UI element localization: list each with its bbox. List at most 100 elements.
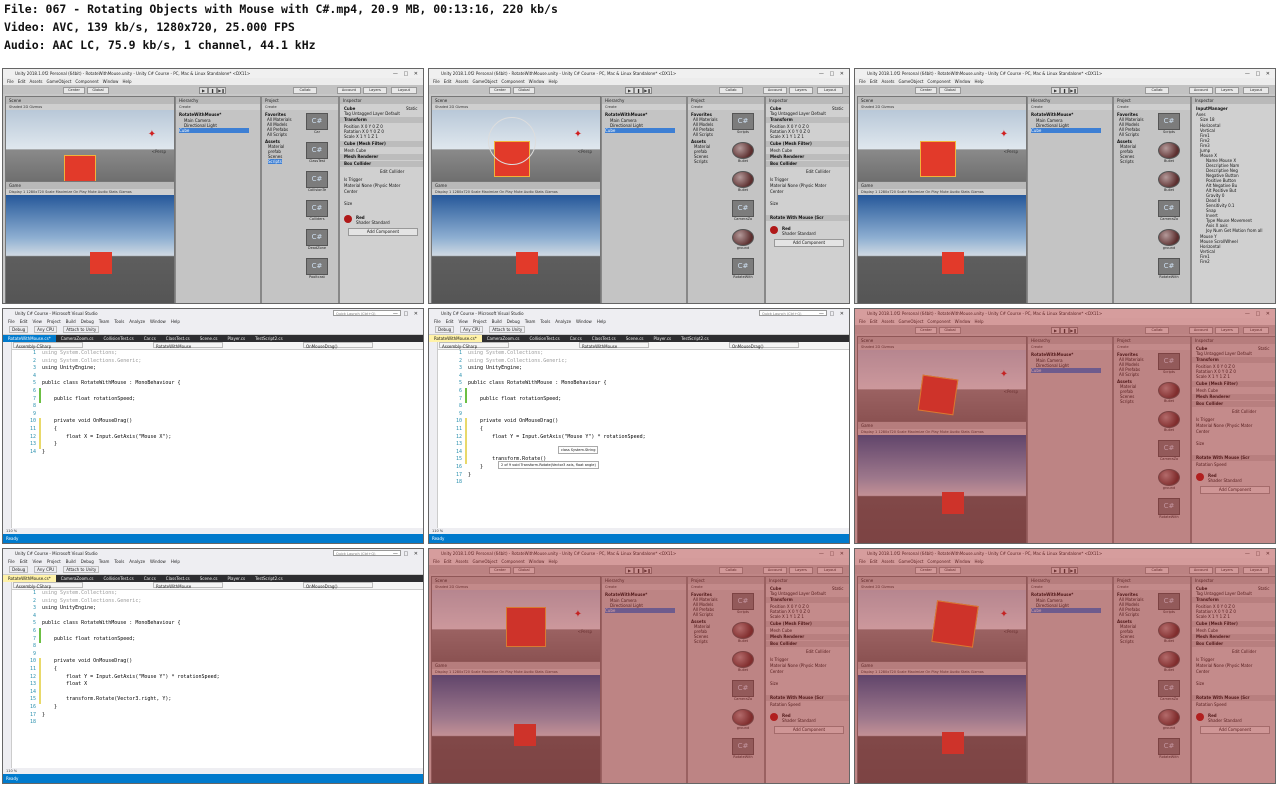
scene-orientation-gizmo[interactable]: ✦ — [992, 123, 1016, 147]
unity-menu-item[interactable]: Edit — [18, 79, 26, 84]
center-field[interactable]: Center — [770, 189, 783, 194]
project-tab[interactable]: Project — [1114, 577, 1190, 584]
global-local-toggle[interactable]: Global — [513, 567, 535, 574]
scene-view[interactable]: Scene Shaded 2D Gizmos ✦ <Persp — [857, 336, 1027, 422]
tag-layer-row[interactable]: Tag Untagged Layer Default — [344, 111, 400, 116]
scene-view[interactable]: Scene Shaded 2D Gizmos ✦ <Persp — [431, 96, 601, 182]
box-collider-header[interactable]: Box Collider — [1192, 641, 1275, 647]
scene-cube[interactable] — [64, 155, 96, 181]
layers-dropdown[interactable]: Layers — [363, 87, 387, 94]
asset-thumbnail[interactable]: C# — [1158, 258, 1180, 275]
is-trigger-field[interactable]: Is Trigger — [770, 657, 788, 662]
code-editor[interactable]: 1 using System.Collections; 2 using System.… — [12, 590, 423, 772]
pause-button[interactable]: ❚ — [208, 87, 217, 94]
asset-thumbnail[interactable] — [1158, 622, 1180, 639]
static-checkbox[interactable]: Static — [832, 586, 843, 591]
code-line[interactable]: public class RotateWithMouse : MonoBehav… — [42, 380, 180, 386]
project-create-button[interactable]: Create — [1114, 584, 1190, 590]
asset-folder[interactable]: Scripts — [268, 159, 282, 164]
mesh-filter-header[interactable]: Cube (Mesh Filter) — [766, 621, 849, 627]
unity-menu-item[interactable]: GameObject — [898, 79, 923, 84]
document-tab[interactable]: Car.cs — [139, 575, 161, 582]
unity-menu-item[interactable]: Assets — [881, 319, 894, 324]
code-line[interactable]: public class RotateWithMouse : MonoBehav… — [42, 620, 180, 626]
vs-toolbar-item[interactable]: Attach to Unity — [63, 326, 100, 333]
document-tab[interactable]: TestScript2.cs — [676, 335, 714, 342]
project-tab[interactable]: Project — [262, 97, 338, 104]
document-tab[interactable]: CollisionTest.cs — [99, 335, 139, 342]
code-line[interactable]: { — [42, 666, 57, 672]
unity-menu-item[interactable]: Component — [501, 559, 524, 564]
asset-thumbnail[interactable] — [1158, 411, 1180, 428]
layers-dropdown[interactable]: Layers — [1215, 567, 1239, 574]
vs-menu-item[interactable]: Help — [597, 319, 606, 324]
code-line[interactable]: private void OnMouseDrag() — [42, 658, 132, 664]
collab-dropdown[interactable]: Collab — [1145, 567, 1169, 574]
vs-toolbar-item[interactable]: Any CPU — [34, 326, 58, 333]
project-tab[interactable]: Project — [688, 577, 764, 584]
vs-toolbar-item[interactable]: Debug — [9, 326, 29, 333]
layers-dropdown[interactable]: Layers — [1215, 87, 1239, 94]
scene-tab[interactable]: Scene — [858, 97, 1026, 104]
game-view[interactable]: Game Display 1 1280x720 Scale Maximize On… — [857, 661, 1027, 783]
rotation-speed-field[interactable]: Rotation Speed — [1196, 702, 1227, 707]
asset-folder[interactable]: Scripts — [1120, 159, 1134, 164]
code-editor[interactable]: 1 using System.Collections; 2 using System.… — [438, 350, 849, 532]
member-dropdown[interactable]: OnMouseDrag() — [303, 342, 373, 349]
hierarchy-item[interactable]: Cube — [605, 128, 675, 133]
asset-thumbnail[interactable]: C# — [1158, 498, 1180, 515]
collab-dropdown[interactable]: Collab — [1145, 327, 1169, 334]
game-view[interactable]: Game Display 1 1280x720 Scale Maximize On… — [857, 421, 1027, 543]
document-tab[interactable]: Player.cs — [223, 575, 251, 582]
project-create-button[interactable]: Create — [1114, 344, 1190, 350]
hierarchy-create-button[interactable]: Create — [1028, 104, 1112, 110]
document-tab[interactable]: CameraZoom.cs — [56, 575, 99, 582]
code-line[interactable]: { — [468, 426, 483, 432]
edit-collider-button[interactable]: Edit Collider — [806, 169, 830, 174]
asset-folder[interactable]: Scripts — [1120, 399, 1134, 404]
code-line[interactable]: using UnityEngine; — [468, 365, 522, 371]
unity-menu-item[interactable]: GameObject — [898, 559, 923, 564]
transform-header[interactable]: Transform — [340, 117, 423, 123]
document-tab[interactable]: Car.cs — [139, 335, 161, 342]
shader-field[interactable]: Shader Standard — [1208, 478, 1242, 483]
step-button[interactable]: ▶❚ — [643, 567, 652, 574]
asset-thumbnail[interactable]: C# — [1158, 440, 1180, 457]
document-tab[interactable]: Scene.cs — [195, 335, 223, 342]
unity-menu-item[interactable]: Help — [122, 79, 131, 84]
axes-size-field[interactable]: Size 18 — [1200, 117, 1215, 122]
hierarchy-tab[interactable]: Hierarchy — [176, 97, 260, 104]
axis-entry[interactable]: Fire2 — [1200, 259, 1210, 264]
code-line[interactable]: } — [42, 712, 45, 718]
game-tab[interactable]: Game — [6, 182, 174, 189]
center-pivot-toggle[interactable]: Center — [489, 87, 511, 94]
unity-menu-item[interactable]: File — [859, 79, 866, 84]
step-button[interactable]: ▶❚ — [217, 87, 226, 94]
shader-field[interactable]: Shader Standard — [1208, 718, 1242, 723]
global-local-toggle[interactable]: Global — [939, 327, 961, 334]
code-line[interactable]: using System.Collections; — [42, 590, 117, 596]
account-dropdown[interactable]: Account — [337, 87, 361, 94]
vs-menu-item[interactable]: Project — [47, 319, 61, 324]
asset-thumbnail[interactable] — [732, 171, 754, 188]
code-line[interactable]: transform.Rotate(Vector3.right, Y); — [42, 696, 171, 702]
document-tab[interactable]: ClassTest.cs — [161, 575, 195, 582]
scale-row[interactable]: Scale X 1 Y 1 Z 1 — [344, 134, 378, 139]
project-tab[interactable]: Project — [1114, 337, 1190, 344]
vs-toolbar-item[interactable]: Any CPU — [460, 326, 484, 333]
unity-menu-item[interactable]: Edit — [870, 79, 878, 84]
vs-menu-item[interactable]: Project — [47, 559, 61, 564]
shader-field[interactable]: Shader Standard — [356, 220, 390, 225]
play-button[interactable]: ▶ — [1051, 327, 1060, 334]
tag-layer-row[interactable]: Tag Untagged Layer Default — [1196, 591, 1252, 596]
vs-menu-item[interactable]: Team — [525, 319, 536, 324]
unity-menu-item[interactable]: File — [7, 79, 14, 84]
layout-dropdown[interactable]: Layout — [817, 87, 843, 94]
project-create-button[interactable]: Create — [688, 584, 764, 590]
asset-thumbnail[interactable]: C# — [732, 680, 754, 697]
document-tab[interactable]: RotateWithMouse.cs* — [429, 335, 482, 342]
inspector-tab[interactable]: Inspector — [1192, 577, 1275, 584]
hierarchy-item[interactable]: Cube — [179, 128, 249, 133]
asset-thumbnail[interactable]: C# — [732, 200, 754, 217]
code-line[interactable]: private void OnMouseDrag() — [42, 418, 132, 424]
